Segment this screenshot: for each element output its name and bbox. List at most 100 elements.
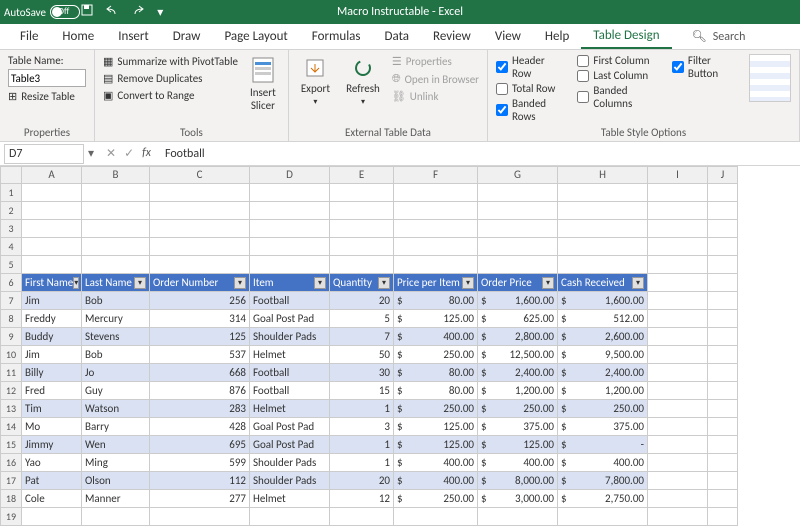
cell[interactable] (250, 202, 330, 220)
cell[interactable] (708, 382, 738, 400)
cell[interactable]: Bob (82, 292, 150, 310)
row-header[interactable]: 9 (0, 328, 22, 346)
row-header[interactable]: 12 (0, 382, 22, 400)
cell[interactable]: $125.00 (394, 310, 478, 328)
table-name-input[interactable] (8, 69, 86, 87)
col-header-J[interactable]: J (708, 166, 738, 184)
cell[interactable]: 876 (150, 382, 250, 400)
cell[interactable]: $400.00 (394, 454, 478, 472)
row-header[interactable]: 8 (0, 310, 22, 328)
name-box[interactable]: D7 (4, 144, 84, 164)
cell[interactable]: Mercury (82, 310, 150, 328)
cell[interactable]: Football (250, 364, 330, 382)
cell[interactable]: $1,600.00 (558, 292, 648, 310)
cell[interactable]: Goal Post Pad (250, 310, 330, 328)
refresh-button[interactable]: Refresh▾ (342, 54, 384, 124)
cell[interactable]: Bob (82, 346, 150, 364)
cell[interactable] (478, 184, 558, 202)
cell[interactable]: First Name▾ (22, 274, 82, 292)
fx-icon[interactable]: fx (142, 146, 151, 161)
cell[interactable]: 1 (330, 454, 394, 472)
cell[interactable] (478, 256, 558, 274)
row-header[interactable]: 19 (0, 508, 22, 526)
row-header[interactable]: 18 (0, 490, 22, 508)
cell[interactable]: $12,500.00 (478, 346, 558, 364)
cell[interactable]: $2,600.00 (558, 328, 648, 346)
cell[interactable] (558, 256, 648, 274)
cell[interactable] (22, 508, 82, 526)
tab-data[interactable]: Data (373, 24, 422, 49)
cell[interactable] (250, 220, 330, 238)
cell[interactable] (22, 184, 82, 202)
table-styles-preview[interactable] (749, 54, 791, 102)
save-icon[interactable] (81, 4, 93, 20)
cell[interactable] (150, 220, 250, 238)
cell[interactable] (82, 184, 150, 202)
cell[interactable]: $625.00 (478, 310, 558, 328)
cell[interactable]: 3 (330, 418, 394, 436)
cell[interactable] (330, 220, 394, 238)
cell[interactable] (708, 256, 738, 274)
cell[interactable] (708, 346, 738, 364)
row-header[interactable]: 10 (0, 346, 22, 364)
col-header-B[interactable]: B (82, 166, 150, 184)
cell[interactable]: Cash Received▾ (558, 274, 648, 292)
cell[interactable] (648, 382, 708, 400)
cell[interactable]: Jim (22, 346, 82, 364)
tab-file[interactable]: File (8, 24, 50, 49)
cell[interactable]: Cole (22, 490, 82, 508)
cell[interactable]: Yao (22, 454, 82, 472)
redo-icon[interactable] (131, 4, 145, 20)
tab-view[interactable]: View (483, 24, 533, 49)
cell[interactable]: 112 (150, 472, 250, 490)
col-header-F[interactable]: F (394, 166, 478, 184)
cell[interactable]: $- (558, 436, 648, 454)
cell[interactable]: 1 (330, 400, 394, 418)
cell[interactable] (708, 418, 738, 436)
filter-icon[interactable]: ▾ (314, 277, 326, 289)
cell[interactable] (708, 184, 738, 202)
cell[interactable]: Quantity▾ (330, 274, 394, 292)
row-header[interactable]: 15 (0, 436, 22, 454)
cell[interactable] (708, 472, 738, 490)
cell[interactable]: $1,200.00 (558, 382, 648, 400)
filter-button-check[interactable]: Filter Button (672, 54, 734, 80)
cell[interactable] (478, 238, 558, 256)
cell[interactable] (394, 256, 478, 274)
cell[interactable]: Olson (82, 472, 150, 490)
cell[interactable]: 20 (330, 292, 394, 310)
cell[interactable]: $8,000.00 (478, 472, 558, 490)
export-button[interactable]: Export▾ (297, 54, 334, 124)
cell[interactable] (478, 202, 558, 220)
tab-review[interactable]: Review (421, 24, 483, 49)
cell[interactable] (558, 238, 648, 256)
cell[interactable] (82, 238, 150, 256)
search-button[interactable]: 🔍︎Search (692, 29, 746, 44)
cell[interactable] (648, 310, 708, 328)
cell[interactable]: $400.00 (394, 472, 478, 490)
row-header[interactable]: 4 (0, 238, 22, 256)
cell[interactable]: 599 (150, 454, 250, 472)
cell[interactable]: $250.00 (558, 400, 648, 418)
cell[interactable] (648, 256, 708, 274)
autosave[interactable]: AutoSave Off (4, 5, 69, 19)
cell[interactable]: $2,400.00 (558, 364, 648, 382)
cell[interactable]: Freddy (22, 310, 82, 328)
cell[interactable] (478, 508, 558, 526)
cell[interactable] (708, 202, 738, 220)
cell[interactable]: Goal Post Pad (250, 436, 330, 454)
filter-icon[interactable]: ▾ (542, 277, 554, 289)
cell[interactable]: $250.00 (478, 400, 558, 418)
cell[interactable]: Last Name▾ (82, 274, 150, 292)
col-header-I[interactable]: I (648, 166, 708, 184)
cell[interactable]: 283 (150, 400, 250, 418)
qat-dropdown-icon[interactable]: ▾ (157, 5, 163, 20)
cell[interactable]: $7,800.00 (558, 472, 648, 490)
tab-draw[interactable]: Draw (161, 24, 213, 49)
cell[interactable]: Ming (82, 454, 150, 472)
cell[interactable] (708, 310, 738, 328)
cell[interactable] (250, 508, 330, 526)
cell[interactable] (648, 436, 708, 454)
cell[interactable] (648, 364, 708, 382)
cell[interactable] (150, 202, 250, 220)
